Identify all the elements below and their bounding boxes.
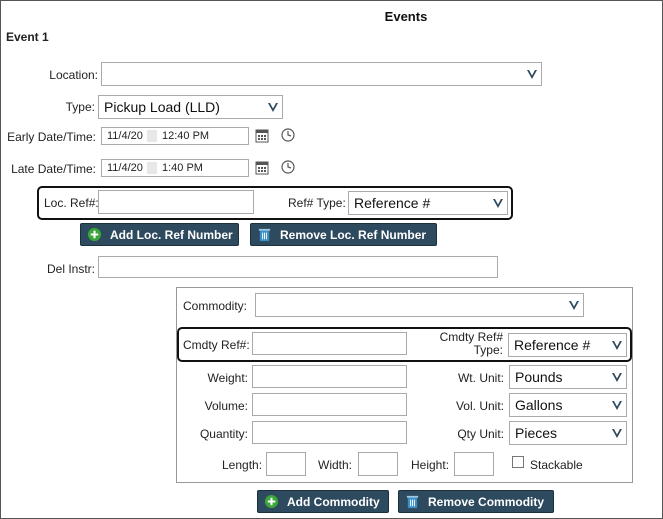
chevron-down-icon — [565, 294, 583, 316]
cmdty-ref-label: Cmdty Ref#: — [183, 338, 250, 352]
chevron-down-icon — [489, 192, 507, 214]
trash-icon — [256, 227, 272, 243]
width-label: Width: — [318, 458, 353, 472]
qty-unit-label: Qty Unit: — [457, 427, 504, 441]
commodity-select[interactable] — [255, 293, 584, 317]
loc-ref-input[interactable] — [98, 190, 254, 214]
ref-type-select[interactable]: Reference # — [348, 191, 508, 215]
plus-circle-icon — [86, 227, 102, 243]
event-title: Event 1 — [6, 30, 49, 44]
early-datetime-label: Early Date/Time: — [7, 130, 96, 144]
volume-input[interactable] — [252, 393, 407, 416]
type-value: Pickup Load (LLD) — [104, 99, 220, 115]
plus-circle-icon — [263, 494, 279, 510]
clock-icon[interactable] — [281, 160, 295, 177]
early-date-mask — [147, 130, 157, 142]
qty-unit-value: Pieces — [515, 425, 558, 441]
chevron-down-icon — [523, 63, 541, 85]
chevron-down-icon — [608, 422, 626, 444]
chevron-down-icon — [608, 334, 626, 356]
remove-loc-ref-button[interactable]: Remove Loc. Ref Number — [250, 223, 437, 246]
ref-type-value: Reference # — [354, 195, 431, 211]
type-label: Type: — [65, 100, 95, 114]
late-datetime-input[interactable]: 11/4/20 1:40 PM — [101, 159, 249, 177]
remove-commodity-label: Remove Commodity — [428, 494, 545, 509]
width-input[interactable] — [358, 452, 398, 476]
cmdty-ref-input[interactable] — [252, 332, 407, 355]
page-title: Events — [384, 9, 428, 24]
vol-unit-select[interactable]: Gallons — [509, 393, 627, 417]
remove-loc-ref-label: Remove Loc. Ref Number — [280, 227, 427, 242]
early-time-value: 12:40 PM — [162, 130, 210, 142]
chevron-down-icon — [608, 366, 626, 388]
late-datetime-label: Late Date/Time: — [11, 162, 96, 176]
early-datetime-input[interactable]: 11/4/20 12:40 PM — [101, 127, 249, 145]
early-date-value: 11/4/20 — [107, 130, 143, 142]
trash-icon — [404, 494, 420, 510]
qty-unit-select[interactable]: Pieces — [509, 421, 627, 445]
commodity-label: Commodity: — [183, 299, 248, 313]
add-commodity-button[interactable]: Add Commodity — [257, 490, 389, 513]
add-loc-ref-label: Add Loc. Ref Number — [110, 227, 233, 242]
chevron-down-icon — [264, 96, 282, 118]
cmdty-ref-type-value: Reference # — [514, 337, 591, 353]
quantity-input[interactable] — [252, 421, 407, 444]
type-select[interactable]: Pickup Load (LLD) — [98, 95, 283, 119]
calendar-icon[interactable] — [255, 128, 269, 146]
height-label: Height: — [411, 458, 450, 472]
loc-ref-label: Loc. Ref#: — [44, 196, 99, 210]
add-commodity-label: Add Commodity — [287, 494, 380, 509]
location-label: Location: — [49, 68, 98, 82]
cmdty-ref-type-select[interactable]: Reference # — [508, 333, 627, 357]
calendar-icon[interactable] — [255, 160, 269, 178]
del-instr-label: Del Instr: — [46, 262, 95, 276]
add-loc-ref-button[interactable]: Add Loc. Ref Number — [80, 223, 239, 246]
del-instr-input[interactable] — [98, 256, 498, 278]
vol-unit-value: Gallons — [515, 397, 563, 413]
late-date-mask — [147, 162, 157, 174]
cmdty-ref-type-label-line2: Type: — [473, 343, 503, 357]
chevron-down-icon — [608, 394, 626, 416]
weight-label: Weight: — [207, 371, 248, 385]
location-select[interactable] — [101, 62, 542, 86]
stackable-checkbox[interactable] — [512, 456, 524, 468]
wt-unit-label: Wt. Unit: — [457, 371, 504, 385]
cmdty-ref-type-label: Cmdty Ref# Type: — [410, 331, 503, 357]
ref-type-label: Ref# Type: — [288, 196, 346, 210]
wt-unit-select[interactable]: Pounds — [509, 365, 627, 389]
late-time-value: 1:40 PM — [162, 162, 203, 174]
height-input[interactable] — [454, 452, 494, 476]
vol-unit-label: Vol. Unit: — [455, 399, 504, 413]
quantity-label: Quantity: — [199, 427, 248, 441]
late-date-value: 11/4/20 — [107, 162, 143, 174]
wt-unit-value: Pounds — [515, 369, 563, 385]
weight-input[interactable] — [252, 365, 407, 388]
stackable-label: Stackable — [530, 458, 583, 472]
volume-label: Volume: — [204, 399, 248, 413]
clock-icon[interactable] — [281, 128, 295, 145]
remove-commodity-button[interactable]: Remove Commodity — [398, 490, 554, 513]
length-input[interactable] — [266, 452, 306, 476]
length-label: Length: — [222, 458, 263, 472]
